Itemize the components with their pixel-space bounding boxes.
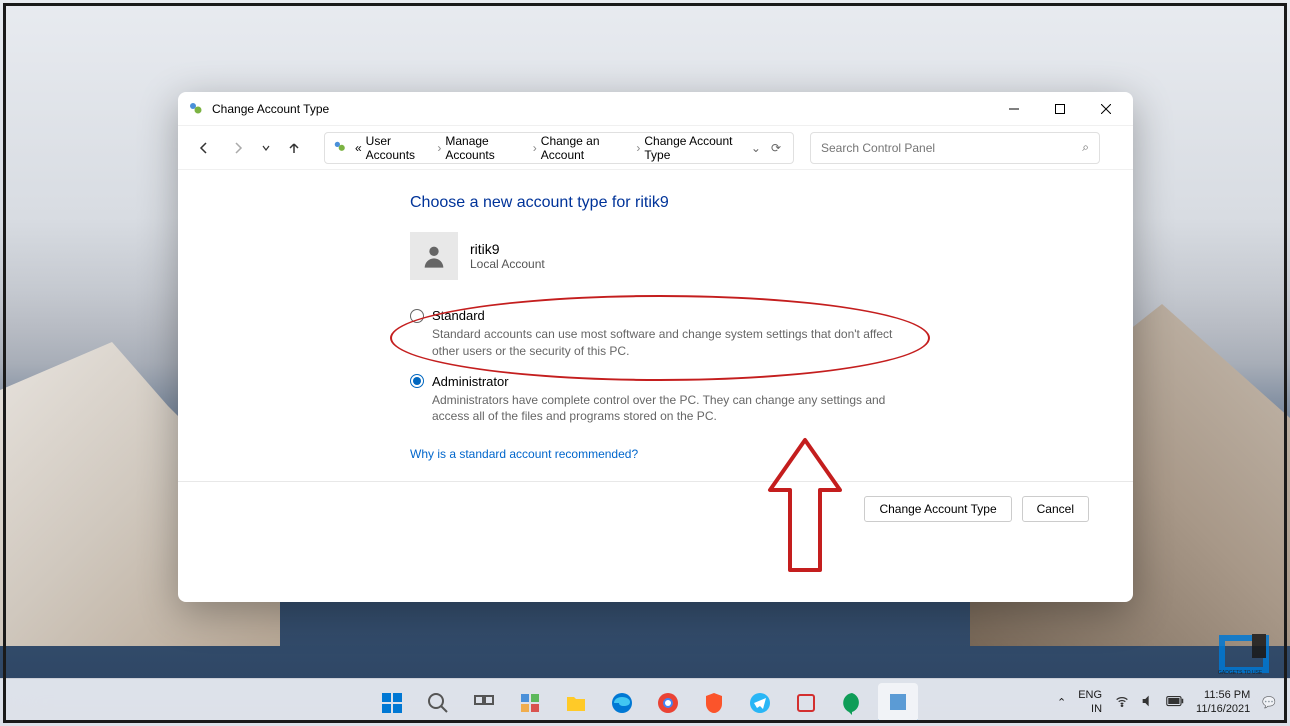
radio-standard-desc: Standard accounts can use most software … xyxy=(432,326,912,360)
back-button[interactable] xyxy=(190,134,218,162)
volume-icon[interactable] xyxy=(1140,693,1156,712)
settings-app-icon[interactable] xyxy=(878,683,918,723)
breadcrumb-item[interactable]: Change an Account xyxy=(541,134,633,162)
wifi-icon[interactable] xyxy=(1114,693,1130,712)
taskbar[interactable]: ⌃ ENG IN 11:56 PM 11/16/2021 💬 xyxy=(0,678,1290,726)
tray-time[interactable]: 11:56 PM xyxy=(1196,689,1250,702)
account-subtype: Local Account xyxy=(470,257,545,271)
control-panel-window: Change Account Type « User Accounts › Ma… xyxy=(178,92,1133,602)
tray-lang[interactable]: ENG xyxy=(1078,689,1102,702)
chevron-down-icon[interactable]: ⌄ xyxy=(751,141,761,155)
snip-icon[interactable] xyxy=(786,683,826,723)
window-icon xyxy=(188,101,204,117)
search-taskbar-icon[interactable] xyxy=(418,683,458,723)
content-area: Choose a new account type for ritik9 rit… xyxy=(178,170,1133,602)
explorer-icon[interactable] xyxy=(556,683,596,723)
option-standard[interactable]: Standard Standard accounts can use most … xyxy=(410,308,970,360)
option-administrator[interactable]: Administrator Administrators have comple… xyxy=(410,374,970,426)
tray-lang-region: IN xyxy=(1078,703,1102,716)
change-account-type-button[interactable]: Change Account Type xyxy=(864,496,1011,522)
taskview-icon[interactable] xyxy=(464,683,504,723)
minimize-button[interactable] xyxy=(991,93,1037,125)
account-name: ritik9 xyxy=(470,241,545,257)
up-button[interactable] xyxy=(280,134,308,162)
widgets-icon[interactable] xyxy=(510,683,550,723)
search-input[interactable] xyxy=(821,141,1082,155)
breadcrumb-item[interactable]: User Accounts xyxy=(366,134,434,162)
breadcrumb[interactable]: « User Accounts › Manage Accounts › Chan… xyxy=(324,132,794,164)
breadcrumb-icon xyxy=(333,140,347,156)
breadcrumb-item[interactable]: Manage Accounts xyxy=(445,134,528,162)
hangouts-icon[interactable] xyxy=(832,683,872,723)
start-button[interactable] xyxy=(372,683,412,723)
tray-chevron-icon[interactable]: ⌃ xyxy=(1057,696,1066,709)
edge-icon[interactable] xyxy=(602,683,642,723)
watermark-logo: GADGETS TO USE xyxy=(1216,634,1286,674)
radio-administrator-label: Administrator xyxy=(432,374,509,389)
telegram-icon[interactable] xyxy=(740,683,780,723)
chevron-right-icon: › xyxy=(437,141,441,155)
cancel-button[interactable]: Cancel xyxy=(1022,496,1089,522)
radio-standard[interactable] xyxy=(410,309,424,323)
page-heading: Choose a new account type for ritik9 xyxy=(410,194,970,212)
radio-standard-label: Standard xyxy=(432,308,485,323)
nav-toolbar: « User Accounts › Manage Accounts › Chan… xyxy=(178,126,1133,170)
tray-date: 11/16/2021 xyxy=(1196,703,1250,716)
account-info: ritik9 Local Account xyxy=(410,232,970,280)
close-button[interactable] xyxy=(1083,93,1129,125)
recent-dropdown[interactable] xyxy=(258,134,274,162)
forward-button[interactable] xyxy=(224,134,252,162)
notifications-icon[interactable]: 💬 xyxy=(1262,696,1276,709)
maximize-button[interactable] xyxy=(1037,93,1083,125)
battery-icon[interactable] xyxy=(1166,695,1184,710)
system-tray[interactable]: ⌃ ENG IN 11:56 PM 11/16/2021 💬 xyxy=(1057,689,1290,715)
titlebar[interactable]: Change Account Type xyxy=(178,92,1133,126)
search-icon: ⌕ xyxy=(1082,140,1089,155)
chrome-icon[interactable] xyxy=(648,683,688,723)
radio-administrator[interactable] xyxy=(410,374,424,388)
breadcrumb-prefix: « xyxy=(355,141,362,155)
radio-administrator-desc: Administrators have complete control ove… xyxy=(432,392,912,426)
breadcrumb-item[interactable]: Change Account Type xyxy=(644,134,747,162)
refresh-icon[interactable]: ⟳ xyxy=(771,141,781,155)
svg-text:GADGETS TO USE: GADGETS TO USE xyxy=(1218,670,1263,674)
chevron-right-icon: › xyxy=(636,141,640,155)
recommended-link[interactable]: Why is a standard account recommended? xyxy=(410,447,638,461)
avatar xyxy=(410,232,458,280)
window-title: Change Account Type xyxy=(212,102,991,116)
search-box[interactable]: ⌕ xyxy=(810,132,1100,164)
chevron-right-icon: › xyxy=(533,141,537,155)
brave-icon[interactable] xyxy=(694,683,734,723)
